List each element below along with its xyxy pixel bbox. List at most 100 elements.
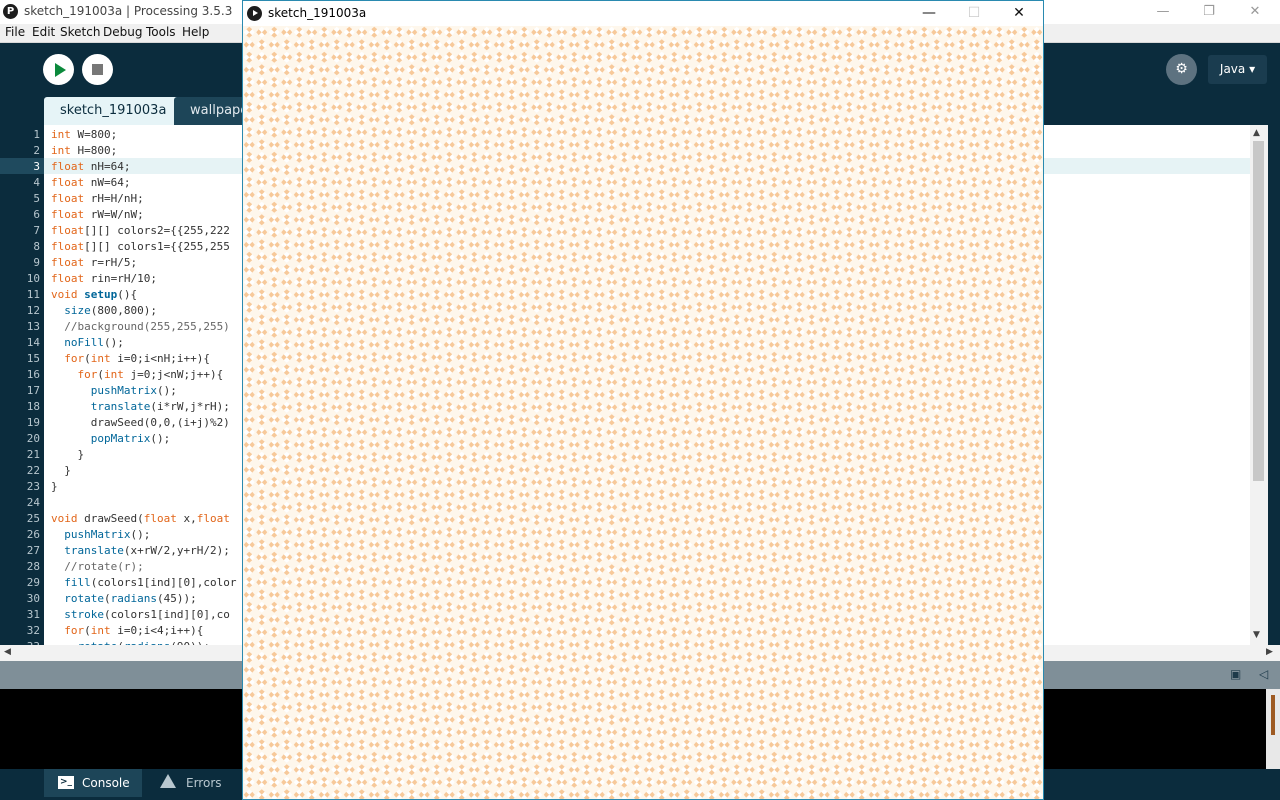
line-number: 5 <box>33 192 40 205</box>
line-number: 14 <box>26 336 40 349</box>
code-line: size(800,800); <box>64 304 157 317</box>
sketch-canvas[interactable] <box>243 26 1043 799</box>
mode-selector[interactable]: Java ▾ <box>1208 55 1267 84</box>
line-number: 25 <box>26 512 40 525</box>
line-number: 32 <box>26 624 40 637</box>
line-number: 2 <box>33 144 40 157</box>
code-line: drawSeed(0,0,(i+j)%2) <box>51 416 230 429</box>
run-button[interactable] <box>43 54 74 85</box>
close-button[interactable]: ✕ <box>1232 0 1278 24</box>
code-line: float rH=H/nH; <box>51 192 144 205</box>
code-line: translate(i*rW,j*rH); <box>90 400 230 413</box>
copy-console-icon[interactable]: ▣ <box>1230 667 1241 681</box>
scrollbar-thumb[interactable] <box>1253 141 1264 481</box>
ide-window-title: sketch_191003a | Processing 3.5.3 <box>24 4 233 18</box>
stop-button[interactable] <box>82 54 113 85</box>
console-icon: >_ <box>58 776 74 789</box>
minimize-button[interactable]: — <box>1140 0 1186 24</box>
code-line: } <box>51 480 58 493</box>
line-number: 18 <box>26 400 40 413</box>
line-number: 30 <box>26 592 40 605</box>
code-line: float nH=64; <box>51 160 131 173</box>
line-number: 10 <box>26 272 40 285</box>
console-scroll-thumb[interactable] <box>1271 695 1275 735</box>
code-line: //background(255,255,255) <box>51 320 230 333</box>
scroll-down-icon[interactable]: ▼ <box>1253 630 1260 640</box>
line-number: 15 <box>26 352 40 365</box>
tab-console[interactable]: >_ Console <box>44 769 142 797</box>
debugger-toggle-button[interactable]: ⚙ <box>1166 54 1197 85</box>
line-number: 20 <box>26 432 40 445</box>
code-line: } <box>51 448 85 461</box>
warning-icon <box>160 774 176 788</box>
sketch-titlebar[interactable]: sketch_191003a — ☐ ✕ <box>243 1 1043 26</box>
tab-console-label: Console <box>82 776 130 790</box>
processing-logo-icon: P <box>3 4 18 19</box>
line-number: 22 <box>26 464 40 477</box>
code-line: pushMatrix(); <box>90 384 177 397</box>
code-line: translate(x+rW/2,y+rH/2); <box>64 544 230 557</box>
menu-help[interactable]: Help <box>182 25 209 39</box>
code-line: for(int i=0;i<nH;i++){ <box>64 352 210 365</box>
line-number: 24 <box>26 496 40 509</box>
line-number: 4 <box>33 176 40 189</box>
line-number: 7 <box>33 224 40 237</box>
line-number: 23 <box>26 480 40 493</box>
sketch-maximize-button[interactable]: ☐ <box>951 1 997 26</box>
line-number: 12 <box>26 304 40 317</box>
line-number: 3 <box>33 160 40 173</box>
editor-vertical-scrollbar[interactable]: ▲ ▼ <box>1250 125 1268 645</box>
line-number: 29 <box>26 576 40 589</box>
code-line: float rW=W/nW; <box>51 208 144 221</box>
code-line: for(int i=0;i<4;i++){ <box>64 624 204 637</box>
line-number: 16 <box>26 368 40 381</box>
maximize-button[interactable]: ❐ <box>1186 0 1232 24</box>
line-number: 1 <box>33 128 40 141</box>
code-line: } <box>51 464 71 477</box>
code-line: void drawSeed(float x,float <box>51 512 230 525</box>
code-line: stroke(colors1[ind][0],co <box>64 608 230 621</box>
line-number: 17 <box>26 384 40 397</box>
line-number: 9 <box>33 256 40 269</box>
scroll-up-icon[interactable]: ▲ <box>1253 128 1260 138</box>
sketch-minimize-button[interactable]: — <box>906 1 952 26</box>
scroll-right-icon[interactable]: ▶ <box>1266 647 1273 657</box>
code-line: for(int j=0;j<nW;j++){ <box>77 368 224 381</box>
sketch-close-button[interactable]: ✕ <box>996 1 1042 26</box>
line-number: 26 <box>26 528 40 541</box>
console-scrollbar[interactable] <box>1266 689 1280 769</box>
line-number: 8 <box>33 240 40 253</box>
scroll-left-icon[interactable]: ◀ <box>4 647 11 657</box>
line-number: 19 <box>26 416 40 429</box>
sketch-window-title: sketch_191003a <box>268 6 367 20</box>
code-line: float r=rH/5; <box>51 256 138 269</box>
menu-debug[interactable]: Debug <box>103 25 142 39</box>
menu-file[interactable]: File <box>5 25 25 39</box>
tab-errors-label: Errors <box>186 776 222 790</box>
code-line: int H=800; <box>51 144 118 157</box>
code-line: rotate(radians(45)); <box>64 592 197 605</box>
code-line: pushMatrix(); <box>64 528 151 541</box>
line-number: 21 <box>26 448 40 461</box>
code-line: float[][] colors1={{255,255 <box>51 240 230 253</box>
sketch-window: sketch_191003a — ☐ ✕ <box>242 0 1044 800</box>
code-line: float rin=rH/10; <box>51 272 157 285</box>
code-line: popMatrix(); <box>90 432 171 445</box>
code-line: //rotate(r); <box>51 560 144 573</box>
line-number: 11 <box>26 288 40 301</box>
collapse-console-icon[interactable]: ◁ <box>1259 667 1268 681</box>
processing-run-icon <box>247 6 262 21</box>
tab-errors[interactable]: Errors <box>148 769 240 797</box>
butterfly-icon: ⚙ <box>1175 61 1188 77</box>
tab-sketch-191003a[interactable]: sketch_191003a <box>44 97 183 125</box>
line-number: 6 <box>33 208 40 221</box>
line-number: 27 <box>26 544 40 557</box>
line-number: 28 <box>26 560 40 573</box>
menu-edit[interactable]: Edit <box>32 25 55 39</box>
code-line: float nW=64; <box>51 176 131 189</box>
menu-tools[interactable]: Tools <box>146 25 176 39</box>
menu-sketch[interactable]: Sketch <box>60 25 100 39</box>
code-line: float[][] colors2={{255,222 <box>51 224 230 237</box>
code-line: int W=800; <box>51 128 118 141</box>
line-number: 31 <box>26 608 40 621</box>
